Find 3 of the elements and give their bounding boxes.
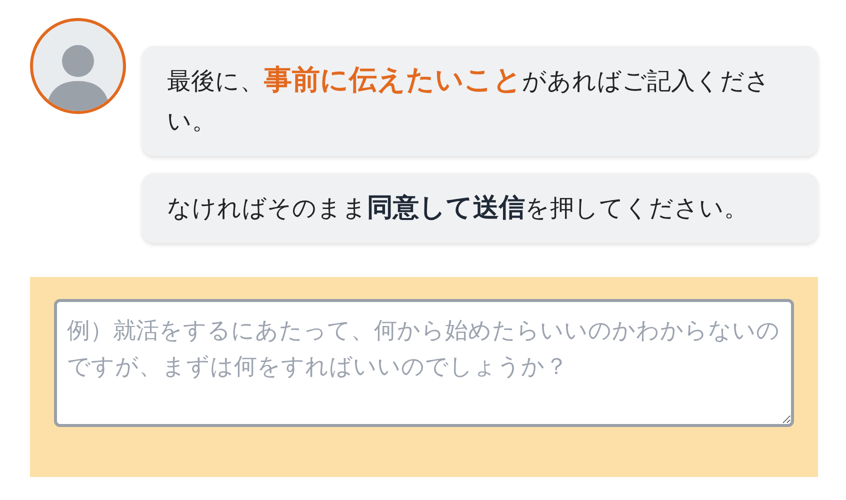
answer-box[interactable]: 例）就活をするにあたって、何から始めたらいいのかわからないのですが、まずは何をすればいいのでしょうか？ bbox=[54, 299, 794, 427]
chat-bubble: なければそのまま同意して送信を押してください。 bbox=[142, 173, 818, 243]
chat-bubble: 最後に、事前に伝えたいことがあればご記入ください。 bbox=[142, 46, 818, 156]
